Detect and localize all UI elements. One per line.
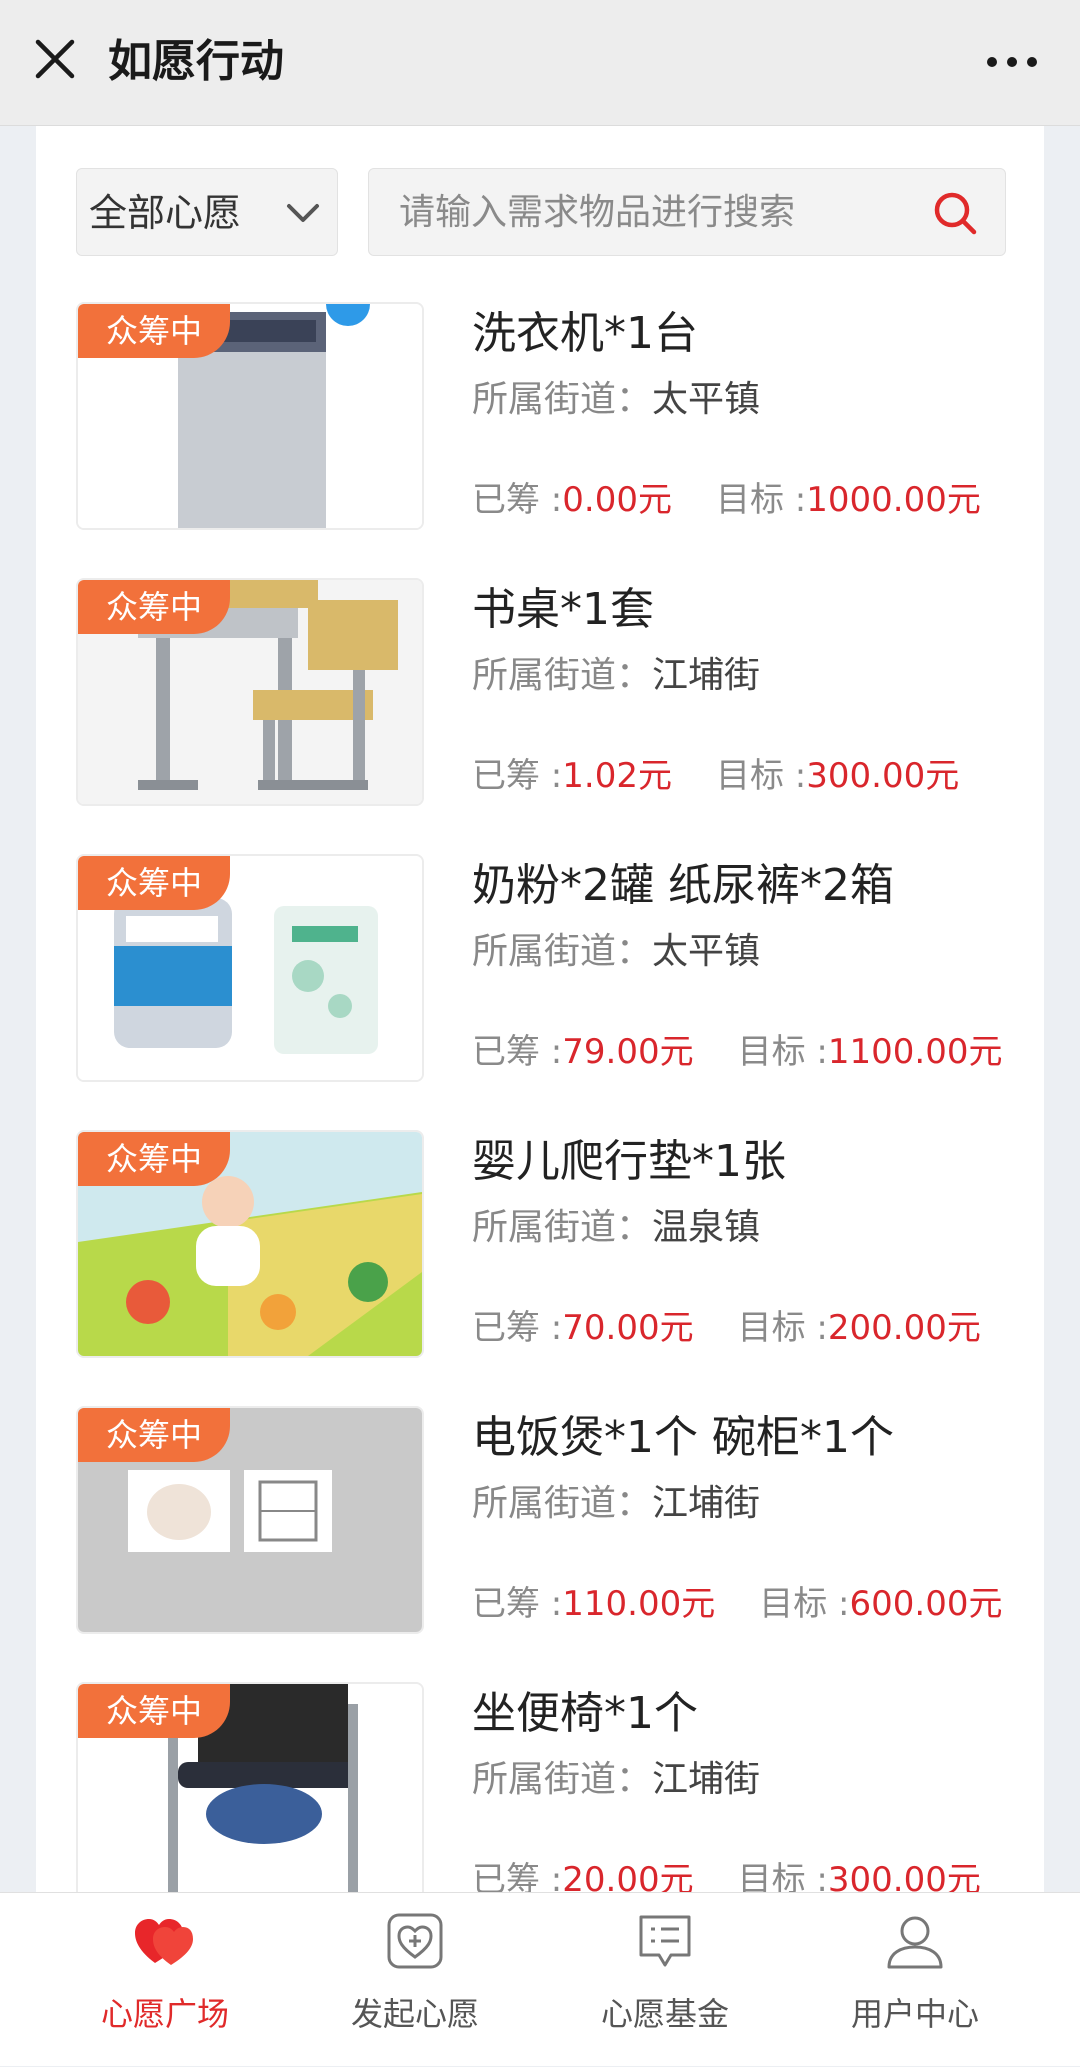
money-row: 已筹 :20.00元 目标 :300.00元 bbox=[472, 1854, 981, 1892]
wish-item[interactable]: 众筹中 洗衣机*1台 所属街道：太平镇 已筹 :0.00元 目标 :1000.00… bbox=[76, 302, 1016, 578]
street-label: 所属街道： bbox=[472, 931, 653, 972]
money-row: 已筹 :110.00元 目标 :600.00元 bbox=[472, 1578, 1002, 1630]
user-icon bbox=[887, 1916, 943, 1969]
money-row: 已筹 :79.00元 目标 :1100.00元 bbox=[472, 1026, 1002, 1078]
status-badge: 众筹中 bbox=[78, 1684, 230, 1738]
target-label: 目标 : bbox=[737, 1308, 828, 1348]
target-label: 目标 : bbox=[737, 1032, 828, 1072]
filter-selected-value: 全部心愿 bbox=[89, 191, 242, 235]
item-title: 洗衣机*1台 bbox=[472, 308, 698, 359]
status-badge: 众筹中 bbox=[78, 580, 230, 634]
add-wish-icon bbox=[387, 1913, 443, 1969]
raised-label: 已筹 : bbox=[472, 480, 563, 520]
wish-item[interactable]: 众筹中 坐便椅*1个 所属街道：江埔街 已筹 :20.00元 目标 :300.00… bbox=[76, 1682, 1016, 1892]
street-row: 所属街道：江埔街 bbox=[472, 650, 760, 702]
street-label: 所属街道： bbox=[472, 1759, 653, 1800]
raised-label: 已筹 : bbox=[472, 756, 563, 796]
item-image-commode-chair: 众筹中 bbox=[76, 1682, 424, 1892]
street-label: 所属街道： bbox=[472, 1207, 653, 1248]
item-title: 婴儿爬行垫*1张 bbox=[472, 1136, 786, 1187]
street-row: 所属街道：温泉镇 bbox=[472, 1202, 760, 1254]
street-label: 所属街道： bbox=[472, 655, 653, 696]
nav-label: 用户中心 bbox=[850, 1995, 979, 2033]
raised-value: 70.00元 bbox=[562, 1308, 694, 1348]
nav-user-center[interactable]: 用户中心 bbox=[780, 1893, 1050, 2067]
street-row: 所属街道：太平镇 bbox=[472, 374, 760, 426]
target-value: 1100.00元 bbox=[827, 1032, 1003, 1072]
close-icon bbox=[35, 39, 75, 79]
wish-item[interactable]: 众筹中 婴儿爬行垫*1张 所属街道：温泉镇 已筹 :70.00元 目标 :200.… bbox=[76, 1130, 1016, 1406]
chevron-down-icon bbox=[287, 204, 319, 222]
wish-item[interactable]: 众筹中 电饭煲*1个 碗柜*1个 所属街道：江埔街 已筹 :110.00元 目标 … bbox=[76, 1406, 1016, 1682]
wish-list: 众筹中 洗衣机*1台 所属街道：太平镇 已筹 :0.00元 目标 :1000.00… bbox=[76, 302, 1016, 1892]
item-title: 奶粉*2罐 纸尿裤*2箱 bbox=[472, 860, 894, 911]
raised-value: 20.00元 bbox=[562, 1860, 694, 1892]
nav-label: 发起心愿 bbox=[350, 1995, 479, 2033]
item-image-formula-diapers: 众筹中 bbox=[76, 854, 424, 1082]
bottom-nav: 心愿广场 发起心愿 心愿基金 用户中心 bbox=[0, 1892, 1080, 2066]
more-dots-icon bbox=[987, 57, 1037, 67]
money-row: 已筹 :0.00元 目标 :1000.00元 bbox=[472, 474, 981, 526]
target-value: 300.00元 bbox=[827, 1860, 981, 1892]
status-badge: 众筹中 bbox=[78, 304, 230, 358]
money-row: 已筹 :1.02元 目标 :300.00元 bbox=[472, 750, 959, 802]
item-title: 书桌*1套 bbox=[472, 584, 654, 635]
target-label: 目标 : bbox=[737, 1860, 828, 1892]
raised-label: 已筹 : bbox=[472, 1860, 563, 1892]
street-value: 温泉镇 bbox=[652, 1207, 761, 1248]
raised-value: 1.02元 bbox=[562, 756, 672, 796]
raised-value: 79.00元 bbox=[562, 1032, 694, 1072]
close-button[interactable] bbox=[26, 30, 84, 88]
item-image-rice-cooker-cabinet: 众筹中 bbox=[76, 1406, 424, 1634]
raised-value: 0.00元 bbox=[562, 480, 672, 520]
raised-label: 已筹 : bbox=[472, 1308, 563, 1348]
target-label: 目标 : bbox=[715, 756, 807, 796]
more-button[interactable] bbox=[982, 42, 1042, 82]
target-value: 1000.00元 bbox=[806, 480, 981, 520]
search-icon[interactable] bbox=[931, 189, 979, 237]
item-image-desk: 众筹中 bbox=[76, 578, 424, 806]
item-title: 坐便椅*1个 bbox=[472, 1688, 698, 1739]
item-title: 电饭煲*1个 碗柜*1个 bbox=[472, 1412, 894, 1463]
street-label: 所属街道： bbox=[472, 379, 653, 420]
raised-value: 110.00元 bbox=[562, 1584, 716, 1624]
wish-list-panel: 全部心愿 众筹中 洗衣机*1台 bbox=[36, 126, 1044, 1892]
hearts-icon bbox=[135, 1919, 193, 1965]
title-bar: 如愿行动 bbox=[0, 0, 1080, 126]
page-title: 如愿行动 bbox=[108, 36, 284, 87]
nav-label: 心愿基金 bbox=[600, 1995, 729, 2033]
target-label: 目标 : bbox=[715, 480, 807, 520]
street-value: 太平镇 bbox=[652, 379, 761, 420]
wish-filter-dropdown[interactable]: 全部心愿 bbox=[76, 168, 338, 256]
status-badge: 众筹中 bbox=[78, 856, 230, 910]
raised-label: 已筹 : bbox=[472, 1032, 563, 1072]
item-image-washing-machine: 众筹中 bbox=[76, 302, 424, 530]
nav-wish-fund[interactable]: 心愿基金 bbox=[530, 1893, 800, 2067]
street-row: 所属街道：江埔街 bbox=[472, 1478, 760, 1530]
item-image-play-mat: 众筹中 bbox=[76, 1130, 424, 1358]
fund-list-icon bbox=[639, 1915, 691, 1967]
target-value: 200.00元 bbox=[827, 1308, 981, 1348]
nav-label: 心愿广场 bbox=[100, 1995, 229, 2033]
street-value: 江埔街 bbox=[652, 1759, 761, 1800]
street-value: 江埔街 bbox=[652, 655, 761, 696]
status-badge: 众筹中 bbox=[78, 1132, 230, 1186]
money-row: 已筹 :70.00元 目标 :200.00元 bbox=[472, 1302, 981, 1354]
target-value: 600.00元 bbox=[849, 1584, 1003, 1624]
wish-item[interactable]: 众筹中 书桌*1套 所属街道：江埔街 已筹 :1.02元 目标 :300.00元 bbox=[76, 578, 1016, 854]
search-box bbox=[368, 168, 1006, 256]
nav-start-wish[interactable]: 发起心愿 bbox=[280, 1893, 550, 2067]
street-value: 太平镇 bbox=[652, 931, 761, 972]
nav-wish-square[interactable]: 心愿广场 bbox=[30, 1893, 300, 2067]
wish-item[interactable]: 众筹中 奶粉*2罐 纸尿裤*2箱 所属街道：太平镇 已筹 :79.00元 目标 :… bbox=[76, 854, 1016, 1130]
status-badge: 众筹中 bbox=[78, 1408, 230, 1462]
target-label: 目标 : bbox=[759, 1584, 850, 1624]
street-row: 所属街道：太平镇 bbox=[472, 926, 760, 978]
street-row: 所属街道：江埔街 bbox=[472, 1754, 760, 1806]
street-label: 所属街道： bbox=[472, 1483, 653, 1524]
target-value: 300.00元 bbox=[806, 756, 960, 796]
search-input[interactable] bbox=[399, 169, 919, 255]
street-value: 江埔街 bbox=[652, 1483, 761, 1524]
raised-label: 已筹 : bbox=[472, 1584, 563, 1624]
